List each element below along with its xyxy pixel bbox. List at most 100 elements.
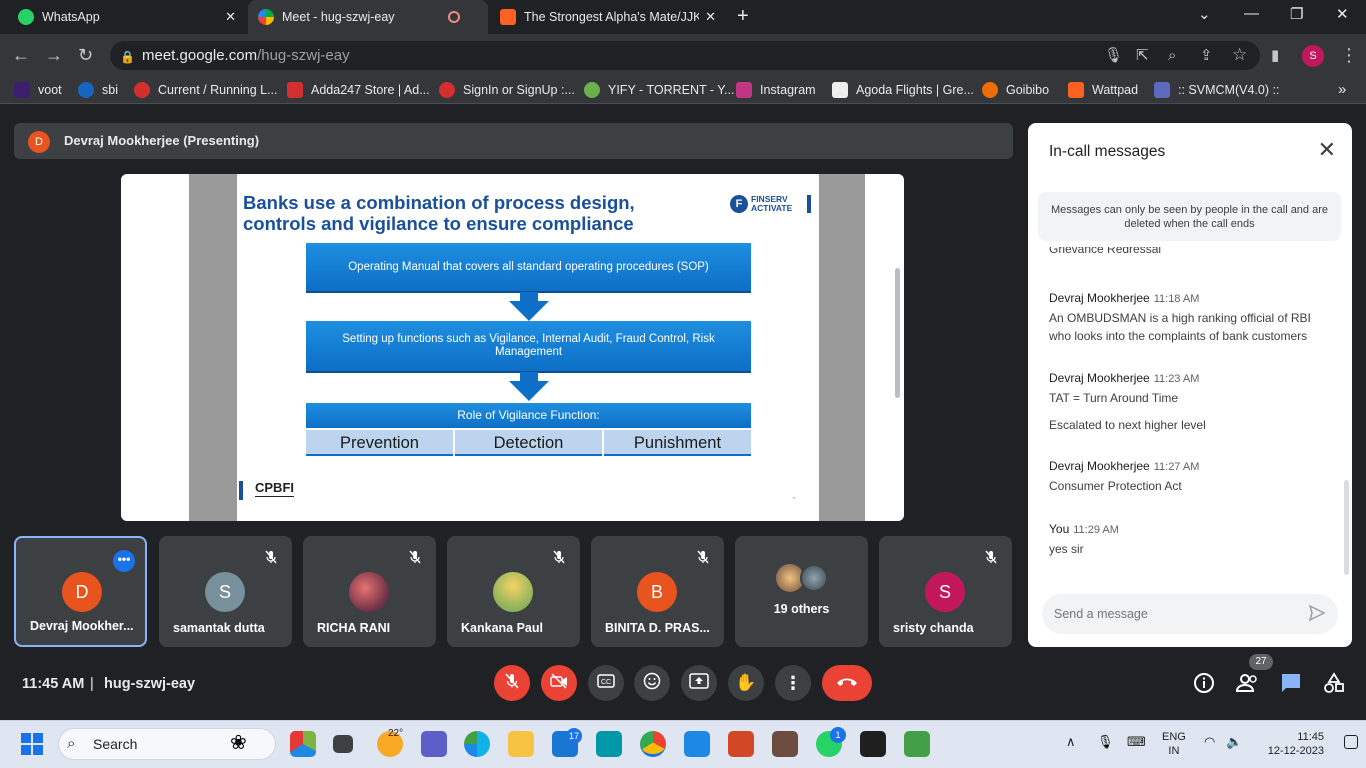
participant-tile[interactable]: S sristy chanda [879, 536, 1012, 647]
message-time: 11:29 AM [1073, 524, 1119, 536]
vscode-icon[interactable] [684, 731, 710, 757]
nodejs-icon[interactable] [904, 731, 930, 757]
chat-scrollbar[interactable] [1344, 480, 1349, 575]
whatsapp-badge: 1 [830, 727, 846, 743]
present-button[interactable] [681, 665, 717, 701]
zoom-icon[interactable]: ⌕ [1168, 46, 1176, 66]
message-list[interactable]: Grievance Redressal Devraj Mookherjee 11:… [1049, 247, 1329, 592]
participant-tile[interactable]: B BINITA D. PRAS... [591, 536, 724, 647]
bookmark-label: Instagram [760, 83, 816, 97]
teams-icon[interactable] [421, 731, 447, 757]
profile-avatar[interactable]: S [1302, 45, 1324, 67]
bookmark-wattpad[interactable]: Wattpad [1068, 82, 1138, 98]
participant-tile[interactable]: ••• D Devraj Mookher... [14, 536, 147, 647]
captions-button[interactable]: CC [588, 665, 624, 701]
new-tab-button[interactable]: + [737, 6, 749, 26]
activities-button[interactable] [1323, 672, 1345, 699]
restore-button[interactable]: ❐ [1290, 5, 1303, 23]
message-group: Devraj Mookherjee 11:27 AM Consumer Prote… [1049, 459, 1329, 495]
participant-tile[interactable]: Kankana Paul [447, 536, 580, 647]
bookmark-instagram[interactable]: Instagram [736, 82, 816, 98]
language-indicator[interactable]: ENG IN [1162, 730, 1186, 758]
send-icon[interactable] [1308, 604, 1326, 627]
reload-icon[interactable]: ↻ [78, 45, 93, 65]
close-window-button[interactable]: ✕ [1336, 5, 1349, 23]
wifi-icon[interactable]: ◠ [1204, 734, 1215, 750]
more-options-icon[interactable]: ••• [113, 550, 135, 572]
start-button[interactable] [21, 733, 43, 760]
present-screen-icon [689, 672, 709, 694]
bookmark-goibibo[interactable]: Goibibo [982, 82, 1049, 98]
message-input-box[interactable] [1042, 594, 1338, 634]
chrome-icon[interactable] [640, 731, 666, 757]
tab-title: The Strongest Alpha's Mate/JJK [524, 10, 700, 24]
powerpoint-icon[interactable] [728, 731, 754, 757]
slide-side-panel [819, 174, 865, 521]
bookmark-voot[interactable]: voot [14, 82, 62, 98]
chat-button[interactable] [1280, 672, 1302, 699]
mic-toggle-button[interactable] [494, 665, 530, 701]
bookmark-adda247[interactable]: Adda247 Store | Ad... [287, 82, 430, 98]
message-text: TAT = Turn Around Time [1049, 391, 1179, 405]
close-tab-icon[interactable]: ✕ [705, 9, 716, 25]
open-external-icon[interactable]: ⇱ [1136, 46, 1149, 66]
message-sender: Devraj Mookherjee [1049, 291, 1150, 305]
game-icon[interactable] [772, 731, 798, 757]
leave-call-button[interactable] [822, 665, 872, 701]
system-clock[interactable]: 11:45 12-12-2023 [1262, 730, 1324, 758]
camera-toggle-button[interactable] [541, 665, 577, 701]
logo-text: FINSERV ACTIVATE [751, 195, 792, 213]
adda-icon [287, 82, 303, 98]
keyboard-icon[interactable]: ⌨ [1127, 734, 1146, 750]
bookmark-svmcm[interactable]: :: SVMCM(V4.0) :: [1154, 82, 1279, 98]
close-tab-icon[interactable]: ✕ [225, 9, 236, 25]
minimize-button[interactable]: — [1244, 5, 1259, 22]
bookmark-yify[interactable]: YIFY - TORRENT - Y... [584, 82, 734, 98]
bookmark-label: sbi [102, 83, 118, 97]
tab-search-icon[interactable]: ⌄ [1198, 5, 1211, 23]
more-vert-icon: ⋮ [784, 672, 802, 693]
close-icon[interactable]: ✕ [1318, 139, 1336, 161]
in-call-messages-panel: In-call messages ✕ Messages can only be … [1028, 123, 1352, 647]
lock-icon[interactable]: 🔒 [120, 47, 135, 67]
file-explorer-icon[interactable] [508, 731, 534, 757]
people-button[interactable] [1235, 672, 1260, 699]
bookmark-star-icon[interactable]: ☆ [1232, 45, 1247, 65]
back-icon[interactable]: ← [12, 45, 30, 65]
side-panel-icon[interactable]: ▮ [1271, 46, 1279, 66]
flow-arrow-icon [509, 301, 549, 321]
participant-tile[interactable]: S samantak dutta [159, 536, 292, 647]
copilot-icon[interactable] [290, 731, 316, 757]
microphone-icon[interactable]: 🎙 [1104, 46, 1123, 66]
tab-whatsapp[interactable]: WhatsApp ✕ [8, 0, 246, 34]
tab-meet[interactable]: Meet - hug-szwj-eay [248, 0, 488, 34]
reactions-button[interactable] [634, 665, 670, 701]
share-icon[interactable]: ⇪ [1200, 46, 1213, 66]
url-text[interactable]: meet.google.com/hug-szwj-eay [142, 47, 350, 64]
edge-icon[interactable] [464, 731, 490, 757]
volume-icon[interactable]: 🔈 [1226, 734, 1242, 750]
bookmark-agoda[interactable]: Agoda Flights | Gre... [832, 82, 974, 98]
monitor-icon[interactable] [596, 731, 622, 757]
bookmark-sbi[interactable]: sbi [78, 82, 118, 98]
others-tile[interactable]: 19 others [735, 536, 868, 647]
slide-side-panel [189, 174, 237, 521]
raise-hand-button[interactable]: ✋ [728, 665, 764, 701]
forward-icon[interactable]: → [45, 45, 63, 65]
terminal-icon[interactable] [860, 731, 886, 757]
chevron-up-icon[interactable]: ∧ [1066, 734, 1076, 750]
more-options-button[interactable]: ⋮ [775, 665, 811, 701]
tab-wattpad[interactable]: The Strongest Alpha's Mate/JJK ✕ [490, 0, 726, 34]
message-input[interactable] [1054, 604, 1294, 624]
notification-icon[interactable] [1344, 735, 1358, 749]
participant-tile[interactable]: RICHA RANI [303, 536, 436, 647]
task-view-icon[interactable] [333, 735, 353, 753]
poinsettia-icon[interactable]: ❀ [230, 730, 247, 755]
bookmark-signin[interactable]: SignIn or SignUp :... [439, 82, 575, 98]
shared-scrollbar [895, 268, 900, 398]
more-bookmarks-button[interactable]: » [1338, 81, 1346, 98]
bookmark-current-running[interactable]: Current / Running L... [134, 82, 278, 98]
menu-kebab-icon[interactable]: ⋮ [1340, 45, 1358, 65]
meeting-details-button[interactable] [1193, 672, 1215, 699]
microphone-icon[interactable]: 🎙 [1097, 734, 1114, 750]
